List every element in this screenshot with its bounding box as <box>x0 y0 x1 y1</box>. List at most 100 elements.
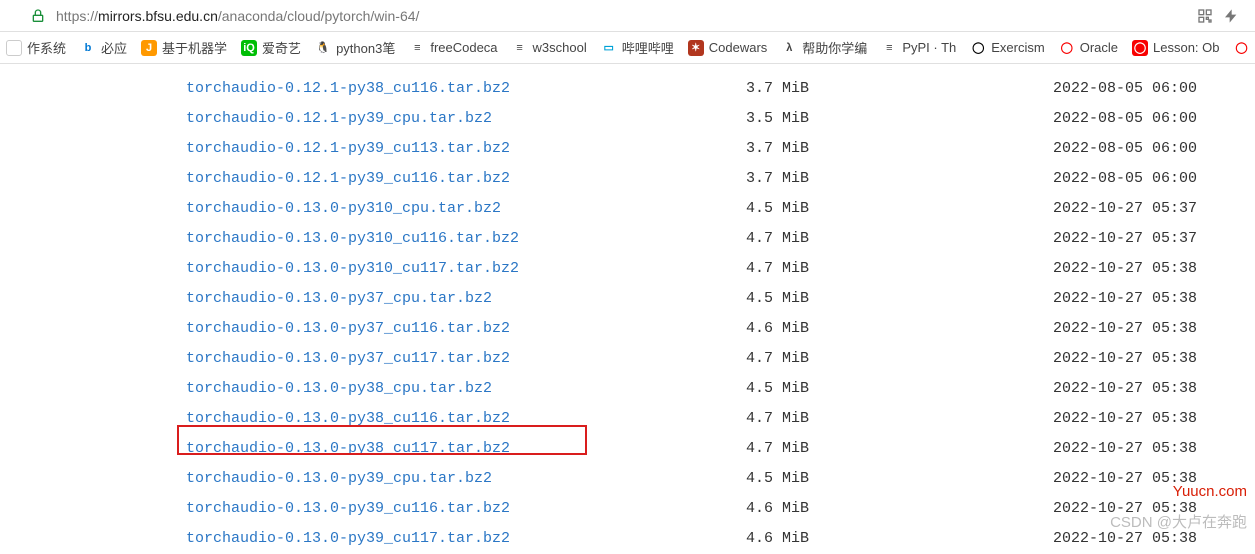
table-row: torchaudio-0.13.0-py37_cu116.tar.bz24.6 … <box>186 314 1255 344</box>
bookmark-item[interactable]: 🐧 python3笔 <box>315 38 395 57</box>
bookmark-item[interactable]: ✶Codewars <box>688 40 768 56</box>
file-date: 2022-10-27 05:37 <box>926 224 1255 254</box>
bookmark-item[interactable]: λ 帮助你学编 <box>781 38 867 57</box>
bookmark-label: python3笔 <box>336 38 395 57</box>
bookmark-label: Oracle <box>1080 40 1118 55</box>
file-date: 2022-08-05 06:00 <box>926 164 1255 194</box>
file-size: 4.7 MiB <box>746 404 926 434</box>
favicon: iQ <box>241 40 257 56</box>
table-row: torchaudio-0.13.0-py37_cu117.tar.bz24.7 … <box>186 344 1255 374</box>
lock-icon <box>30 8 46 24</box>
file-link[interactable]: torchaudio-0.12.1-py39_cu116.tar.bz2 <box>186 164 746 194</box>
file-link[interactable]: torchaudio-0.13.0-py310_cpu.tar.bz2 <box>186 194 746 224</box>
file-size: 4.5 MiB <box>746 194 926 224</box>
file-date: 2022-10-27 05:38 <box>926 344 1255 374</box>
file-link[interactable]: torchaudio-0.13.0-py310_cu117.tar.bz2 <box>186 254 746 284</box>
file-date: 2022-10-27 05:38 <box>926 374 1255 404</box>
file-size: 4.6 MiB <box>746 524 926 554</box>
file-link[interactable]: torchaudio-0.13.0-py37_cu117.tar.bz2 <box>186 344 746 374</box>
bookmark-item[interactable]: ≡ freeCodeca <box>409 40 497 56</box>
bookmark-label: w3school <box>533 40 587 55</box>
table-row: torchaudio-0.13.0-py39_cpu.tar.bz24.5 Mi… <box>186 464 1255 494</box>
file-size: 4.5 MiB <box>746 284 926 314</box>
favicon: λ <box>781 40 797 56</box>
watermark-csdn: CSDN @大卢在奔跑 <box>1110 511 1247 532</box>
file-size: 4.6 MiB <box>746 314 926 344</box>
file-size: 3.7 MiB <box>746 74 926 104</box>
file-date: 2022-08-05 06:00 <box>926 104 1255 134</box>
url-display[interactable]: https://mirrors.bfsu.edu.cn/anaconda/clo… <box>56 8 419 24</box>
table-row: torchaudio-0.12.1-py39_cu113.tar.bz23.7 … <box>186 134 1255 164</box>
file-date: 2022-08-05 06:00 <box>926 134 1255 164</box>
file-size: 4.7 MiB <box>746 224 926 254</box>
table-row: torchaudio-0.13.0-py38_cu117.tar.bz24.7 … <box>186 434 1255 464</box>
bookmark-item[interactable]: ◯ Oracle <box>1059 40 1118 56</box>
url-host: mirrors.bfsu.edu.cn <box>98 8 218 24</box>
file-link[interactable]: torchaudio-0.13.0-py39_cu116.tar.bz2 <box>186 494 746 524</box>
file-link[interactable]: torchaudio-0.13.0-py39_cu117.tar.bz2 <box>186 524 746 554</box>
bookmark-item[interactable]: iQ爱奇艺 <box>241 38 301 57</box>
favicon: ◯ <box>1059 40 1075 56</box>
file-date: 2022-08-05 06:00 <box>926 74 1255 104</box>
favicon: ▭ <box>601 40 617 56</box>
favicon: J <box>141 40 157 56</box>
bookmark-item[interactable]: ≡ PyPI · Th <box>881 40 956 56</box>
file-link[interactable]: torchaudio-0.13.0-py38_cpu.tar.bz2 <box>186 374 746 404</box>
file-link[interactable]: torchaudio-0.13.0-py38_cu117.tar.bz2 <box>186 434 746 464</box>
bookmark-item[interactable]: J 基于机器学 <box>141 38 227 57</box>
file-size: 4.5 MiB <box>746 464 926 494</box>
bookmark-item[interactable]: ◯ Exercism <box>970 40 1044 56</box>
file-link[interactable]: torchaudio-0.13.0-py310_cu116.tar.bz2 <box>186 224 746 254</box>
file-size: 4.5 MiB <box>746 374 926 404</box>
table-row: torchaudio-0.13.0-py310_cpu.tar.bz24.5 M… <box>186 194 1255 224</box>
file-link[interactable]: torchaudio-0.12.1-py39_cpu.tar.bz2 <box>186 104 746 134</box>
file-size: 3.7 MiB <box>746 134 926 164</box>
bookmark-item[interactable]: b 必应 <box>80 38 127 57</box>
file-link[interactable]: torchaudio-0.13.0-py38_cu116.tar.bz2 <box>186 404 746 434</box>
file-date: 2022-10-27 05:38 <box>926 314 1255 344</box>
file-date: 2022-10-27 05:38 <box>926 254 1255 284</box>
flash-icon[interactable] <box>1223 8 1239 24</box>
table-row: torchaudio-0.13.0-py310_cu117.tar.bz24.7… <box>186 254 1255 284</box>
favicon: ◯ <box>970 40 986 56</box>
bookmarks-bar: 作系统 b 必应 J 基于机器学 iQ爱奇艺 🐧 python3笔 ≡ freeCodeca ≡ w3… <box>0 32 1255 64</box>
file-size: 4.7 MiB <box>746 254 926 284</box>
table-row: torchaudio-0.13.0-py310_cu116.tar.bz24.7… <box>186 224 1255 254</box>
bookmark-label: 帮助你学编 <box>802 38 867 57</box>
directory-listing: torchaudio-0.12.1-py38_cu116.tar.bz23.7 … <box>0 64 1255 554</box>
bookmark-item[interactable]: ◯Lesson: Ob <box>1132 40 1220 56</box>
favicon: ≡ <box>881 40 897 56</box>
bookmark-item[interactable]: ▭哔哩哔哩 <box>601 38 674 57</box>
bookmark-item[interactable]: ≡ w3school <box>512 40 587 56</box>
bookmark-label: 基于机器学 <box>162 38 227 57</box>
address-bar: https://mirrors.bfsu.edu.cn/anaconda/clo… <box>0 0 1255 32</box>
table-row: torchaudio-0.13.0-py38_cpu.tar.bz24.5 Mi… <box>186 374 1255 404</box>
favicon: 🐧 <box>315 40 331 56</box>
favicon: b <box>80 40 96 56</box>
table-row: torchaudio-0.12.1-py39_cpu.tar.bz23.5 Mi… <box>186 104 1255 134</box>
file-link[interactable]: torchaudio-0.13.0-py37_cpu.tar.bz2 <box>186 284 746 314</box>
table-row: torchaudio-0.13.0-py37_cpu.tar.bz24.5 Mi… <box>186 284 1255 314</box>
bookmark-label: 必应 <box>101 38 127 57</box>
file-link[interactable]: torchaudio-0.13.0-py39_cpu.tar.bz2 <box>186 464 746 494</box>
bookmark-item[interactable]: 作系统 <box>6 38 66 57</box>
file-date: 2022-10-27 05:37 <box>926 194 1255 224</box>
file-date: 2022-10-27 05:38 <box>926 284 1255 314</box>
watermark-yuucn: Yuucn.com <box>1173 483 1247 500</box>
favicon: ≡ <box>512 40 528 56</box>
favicon <box>6 40 22 56</box>
table-row: torchaudio-0.13.0-py39_cu116.tar.bz24.6 … <box>186 494 1255 524</box>
file-link[interactable]: torchaudio-0.12.1-py39_cu113.tar.bz2 <box>186 134 746 164</box>
favicon: ≡ <box>409 40 425 56</box>
bookmark-label: 作系统 <box>27 38 66 57</box>
bookmark-item[interactable]: ◯Oracle De <box>1234 40 1255 56</box>
bookmark-label: PyPI · Th <box>902 40 956 55</box>
qr-code-icon[interactable] <box>1197 8 1213 24</box>
bookmark-label: Exercism <box>991 40 1044 55</box>
file-link[interactable]: torchaudio-0.12.1-py38_cu116.tar.bz2 <box>186 74 746 104</box>
favicon: ◯ <box>1132 40 1148 56</box>
file-date: 2022-10-27 05:38 <box>926 404 1255 434</box>
bookmark-label: freeCodeca <box>430 40 497 55</box>
file-size: 4.6 MiB <box>746 494 926 524</box>
file-link[interactable]: torchaudio-0.13.0-py37_cu116.tar.bz2 <box>186 314 746 344</box>
